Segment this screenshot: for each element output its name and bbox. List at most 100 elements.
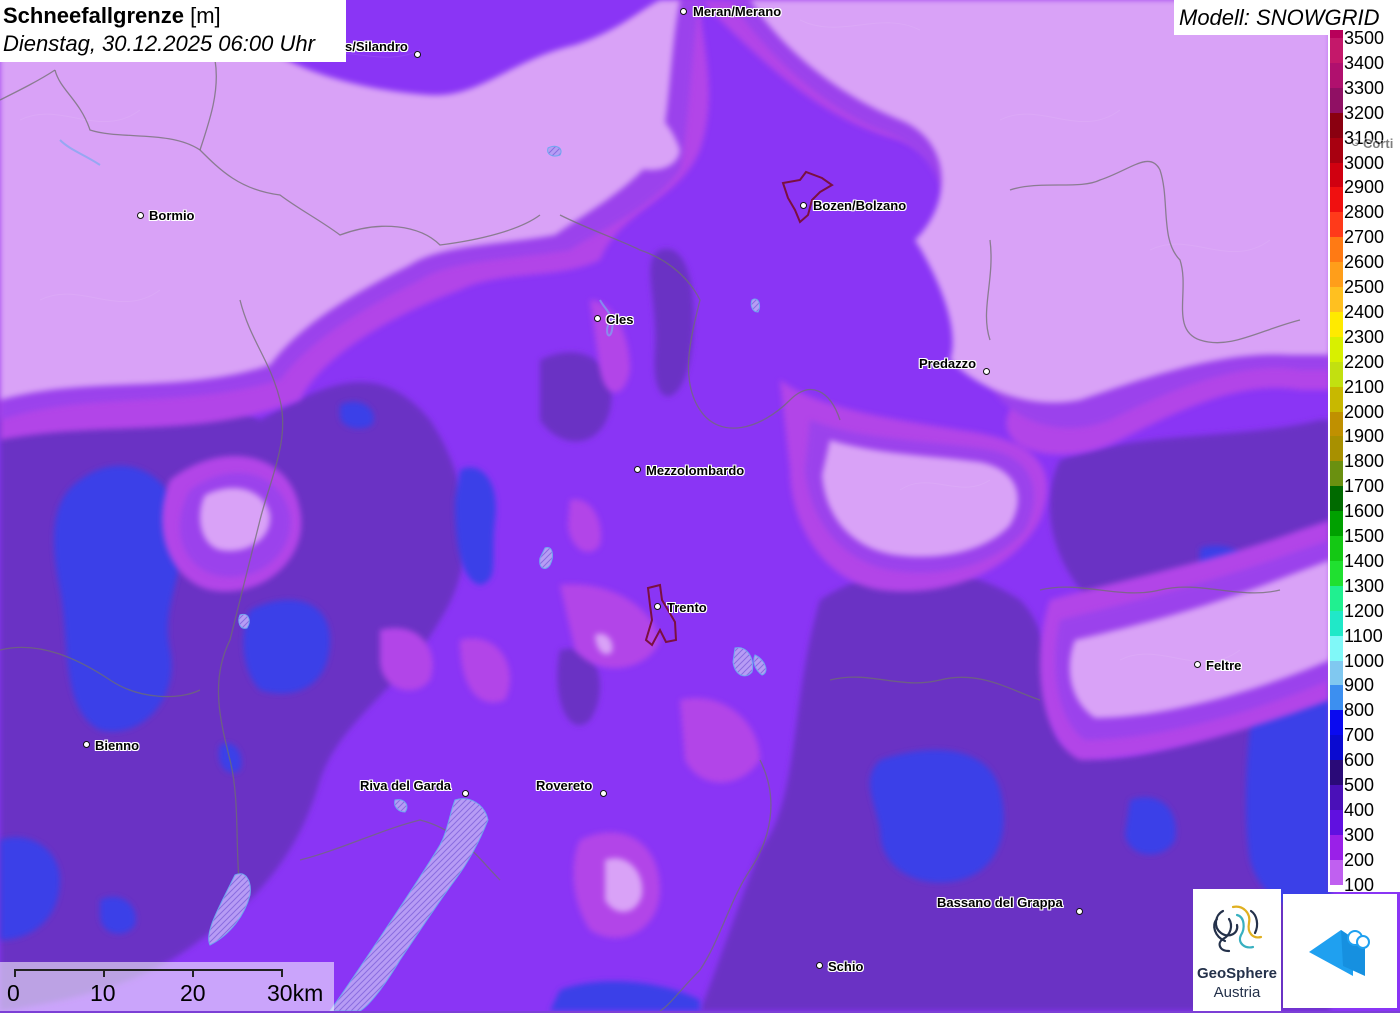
city-dot-bormio	[137, 212, 144, 219]
legend-label-1400: 1400	[1344, 550, 1385, 571]
legend-swatch-100	[1330, 859, 1343, 886]
legend-label-2000: 2000	[1344, 401, 1385, 422]
snowgrid-logo[interactable]	[1283, 894, 1397, 1008]
legend-swatch-1000	[1330, 635, 1343, 661]
scale-label-20: 20	[180, 980, 206, 1006]
city-label-predazzo[interactable]: Predazzo	[919, 356, 976, 371]
legend-label-2300: 2300	[1344, 326, 1385, 347]
legend-label-3500: 3500	[1344, 30, 1385, 48]
scale-tick-30	[281, 969, 283, 977]
legend-swatch-1800	[1330, 436, 1343, 462]
legend-label-2500: 2500	[1344, 277, 1385, 297]
map-title-box: Schneefallgrenze [m] Dienstag, 30.12.202…	[0, 0, 346, 62]
legend-label-1700: 1700	[1344, 476, 1385, 497]
scale-label-10: 10	[90, 980, 116, 1006]
legend-swatch-1400	[1330, 536, 1343, 562]
city-dot-bienno	[83, 741, 90, 748]
legend-label-1300: 1300	[1344, 575, 1385, 596]
legend-label-1000: 1000	[1344, 650, 1385, 671]
legend-swatch-600	[1330, 735, 1343, 761]
city-label-bienno[interactable]: Bienno	[95, 738, 139, 753]
snowline-map[interactable]	[0, 0, 1400, 1011]
legend-swatch-3300	[1330, 62, 1343, 89]
legend-label-1600: 1600	[1344, 501, 1385, 522]
geosphere-logo[interactable]: GeoSphere Austria	[1193, 889, 1281, 1011]
legend-label-2900: 2900	[1344, 177, 1385, 198]
legend-label-800: 800	[1344, 700, 1375, 721]
legend-swatch-3000	[1330, 137, 1343, 163]
legend-swatch-1900	[1330, 411, 1343, 437]
city-label-meran[interactable]: Meran/Merano	[693, 4, 781, 19]
legend-swatch-900	[1330, 660, 1343, 686]
legend-swatch-2400	[1330, 287, 1343, 313]
city-label-schio[interactable]: Schio	[828, 959, 863, 974]
scale-bar: 0 10 20 30km	[0, 962, 334, 1011]
map-datetime: Dienstag, 30.12.2025 06:00 Uhr	[3, 31, 315, 56]
city-label-bassano[interactable]: Bassano del Grappa	[937, 895, 1063, 910]
city-label-corti[interactable]: Corti	[1363, 136, 1393, 151]
legend-label-3300: 3300	[1344, 77, 1385, 98]
legend-label-100: 100	[1344, 874, 1375, 892]
legend-label-2200: 2200	[1344, 351, 1385, 372]
city-label-rovereto[interactable]: Rovereto	[536, 778, 592, 793]
legend-swatch-300	[1330, 809, 1343, 836]
city-dot-cles	[594, 315, 601, 322]
legend-swatch-1100	[1330, 610, 1343, 637]
city-label-bolzano[interactable]: Bozen/Bolzano	[813, 198, 906, 213]
scale-bar-line	[14, 969, 282, 971]
legend-swatch-3200	[1330, 87, 1343, 114]
city-dot-schio	[816, 962, 823, 969]
legend-label-700: 700	[1344, 725, 1375, 746]
legend-label-2400: 2400	[1344, 301, 1385, 322]
legend-swatch-2800	[1330, 187, 1343, 213]
legend-swatch-800	[1330, 685, 1343, 711]
legend-label-900: 900	[1344, 675, 1375, 696]
city-dot-feltre	[1194, 661, 1201, 668]
legend-swatch-1600	[1330, 486, 1343, 512]
legend-label-3200: 3200	[1344, 102, 1385, 123]
legend-swatch-2600	[1330, 237, 1343, 263]
city-label-mezzolombardo[interactable]: Mezzolombardo	[646, 463, 744, 478]
city-dot-trento	[654, 603, 661, 610]
legend-label-1900: 1900	[1344, 426, 1385, 447]
legend-label-1500: 1500	[1344, 526, 1385, 546]
legend-label-2600: 2600	[1344, 252, 1385, 273]
city-label-cles[interactable]: Cles	[606, 312, 633, 327]
scale-tick-20	[192, 969, 194, 977]
legend-label-3000: 3000	[1344, 152, 1385, 173]
city-dot-meran	[680, 8, 687, 15]
legend-swatch-1200	[1330, 585, 1343, 612]
legend-label-1800: 1800	[1344, 451, 1385, 472]
legend-label-3400: 3400	[1344, 52, 1385, 73]
city-dot-mezzolombardo	[634, 466, 641, 473]
city-dot-riva	[462, 790, 469, 797]
legend-label-300: 300	[1344, 824, 1375, 845]
legend-swatch-2100	[1330, 361, 1343, 388]
city-label-trento[interactable]: Trento	[667, 600, 707, 615]
map-title-unit: [m]	[190, 3, 221, 28]
legend-label-1100: 1100	[1344, 625, 1383, 646]
city-label-silandro[interactable]: s/Silandro	[345, 39, 408, 54]
legend-swatch-1700	[1330, 461, 1343, 487]
legend-swatch-1500	[1330, 511, 1343, 537]
geosphere-logo-name: GeoSphere	[1196, 965, 1278, 982]
legend-swatch-2200	[1330, 336, 1343, 363]
geosphere-logo-sub: Austria	[1213, 984, 1261, 1001]
legend-swatch-3100	[1330, 112, 1343, 139]
color-legend: 3500 3400 3300 3200 3100 3000 2900 2800 2700 2600…	[1328, 30, 1400, 892]
legend-label-2800: 2800	[1344, 202, 1385, 223]
city-label-riva[interactable]: Riva del Garda	[360, 778, 451, 793]
snow-house-icon	[1309, 930, 1370, 976]
legend-label-1200: 1200	[1344, 600, 1385, 621]
legend-swatch-400	[1330, 785, 1343, 811]
city-dot-predazzo	[983, 368, 990, 375]
legend-swatch-500	[1330, 760, 1343, 786]
legend-swatch-2000	[1330, 386, 1343, 412]
scale-tick-0	[14, 969, 16, 977]
map-title-text: Schneefallgrenze	[3, 3, 184, 28]
map-title: Schneefallgrenze [m]	[3, 2, 346, 30]
scale-label-30km: 30km	[267, 980, 324, 1006]
legend-swatch-3400	[1330, 38, 1343, 64]
city-label-feltre[interactable]: Feltre	[1206, 658, 1241, 673]
city-label-bormio[interactable]: Bormio	[149, 208, 195, 223]
